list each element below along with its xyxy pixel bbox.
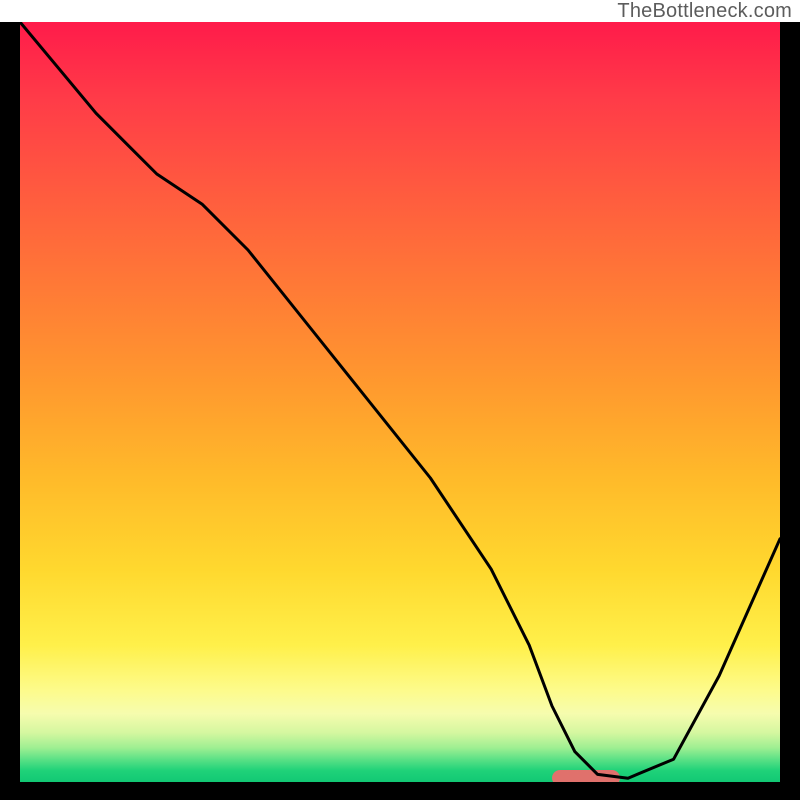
plot-area <box>20 22 780 782</box>
attribution-label: TheBottleneck.com <box>611 0 794 22</box>
bottleneck-curve <box>20 22 780 782</box>
chart-outer-frame: TheBottleneck.com <box>0 0 800 800</box>
